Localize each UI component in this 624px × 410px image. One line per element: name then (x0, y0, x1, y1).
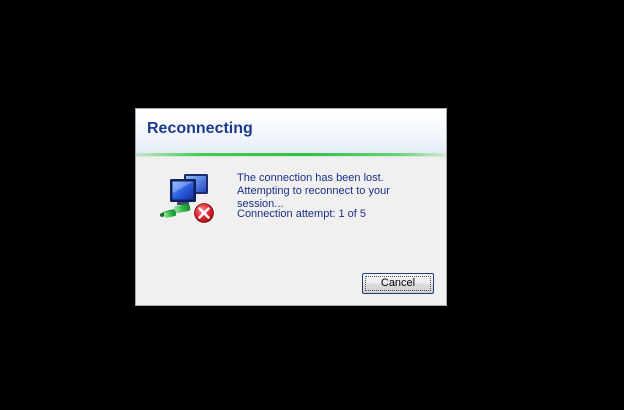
reconnecting-dialog: Reconnecting The connection has been los… (135, 108, 447, 306)
connection-lost-message: The connection has been lost. Attempting… (237, 172, 390, 210)
dialog-header: Reconnecting (136, 109, 446, 153)
dialog-title: Reconnecting (147, 120, 253, 137)
header-divider (136, 156, 446, 157)
network-disconnected-icon (160, 171, 218, 227)
cancel-button[interactable]: Cancel (362, 273, 434, 294)
desktop-background: Reconnecting The connection has been los… (0, 0, 624, 410)
connection-attempt-status: Connection attempt: 1 of 5 (237, 208, 367, 220)
network-disconnected-icon-graphic (160, 174, 215, 224)
